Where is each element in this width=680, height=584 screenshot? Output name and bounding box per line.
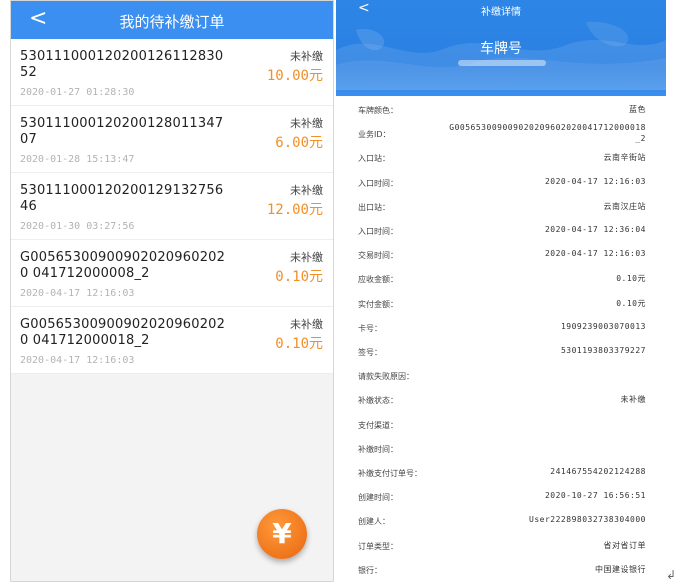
detail-label: 卡号： [358, 323, 382, 333]
detail-value: 云南汉庄站 [603, 201, 646, 211]
detail-row: 出口站： 云南汉庄站 [336, 197, 666, 221]
order-detail-screen: < 补缴详情 车牌号 车牌颜色： 蓝色业务ID： G0056530090090202… [336, 0, 666, 582]
detail-value: User222898032738304000 [529, 515, 646, 525]
detail-label: 请款失败原因： [358, 372, 414, 382]
detail-label: 业务ID： [358, 130, 391, 140]
detail-header: < 补缴详情 车牌号 [336, 0, 666, 96]
detail-label: 补缴时间： [358, 444, 398, 454]
detail-value: 蓝色 [629, 105, 646, 114]
detail-row: 车牌颜色： 蓝色 [336, 100, 666, 124]
detail-row: 交易时间： 2020-04-17 12:16:03 [336, 245, 666, 269]
detail-label: 签号： [358, 348, 382, 357]
detail-value: 0.10元 [616, 298, 646, 308]
order-time: 2020-01-28 15:13:47 [20, 154, 135, 165]
order-row[interactable]: 530111000120200129132756 46 2020-01-30 03… [11, 173, 333, 240]
detail-row: 签号： 5301193803379227 [336, 342, 666, 366]
detail-label: 支付渠道： [358, 420, 398, 430]
detail-label: 实付金额： [358, 299, 398, 309]
detail-label: 创建时间： [358, 493, 398, 503]
order-status: 未补缴 [290, 184, 323, 197]
order-row[interactable]: G005653009009020209602020 041712000008_2… [11, 240, 333, 307]
plate-number-redacted [458, 60, 546, 66]
detail-label: 出口站： [358, 202, 390, 212]
order-id: G005653009009020209602020 041712000008_2 [20, 250, 226, 281]
pay-button[interactable]: ¥ [257, 509, 307, 559]
detail-row: 请款失败原因： [336, 366, 666, 390]
order-status: 未补缴 [290, 50, 323, 63]
detail-row: 补缴时间： [336, 439, 666, 463]
detail-value: G005653009009020209602020041712000018_2 [449, 123, 646, 144]
detail-row: 卡号： 1909239003070013 [336, 318, 666, 342]
order-id: G005653009009020209602020 041712000018_2 [20, 317, 226, 348]
header-bar: < 我的待补缴订单 [11, 1, 333, 39]
detail-value: 5301193803379227 [560, 346, 646, 355]
order-amount: 0.10元 [275, 269, 323, 285]
order-row[interactable]: G005653009009020209602020 041712000018_2… [11, 307, 333, 374]
detail-value: 省对省订单 [603, 540, 646, 550]
order-status: 未补缴 [290, 318, 323, 331]
order-row[interactable]: 530111000120200126112830 52 2020-01-27 01… [11, 39, 333, 106]
detail-value: 云南辛街站 [603, 153, 646, 163]
detail-label: 入口站： [358, 154, 390, 164]
detail-value: 2020-10-27 16:56:51 [544, 491, 646, 501]
order-amount: 0.10元 [275, 336, 323, 352]
order-list: 530111000120200126112830 52 2020-01-27 01… [11, 39, 333, 374]
detail-label: 车牌颜色： [358, 106, 398, 115]
order-id: 530111000120200126112830 52 [20, 49, 224, 80]
detail-row: 支付渠道： [336, 415, 666, 439]
detail-value: 2020-04-17 12:36:04 [544, 225, 646, 234]
detail-row: 创建人： User222898032738304000 [336, 511, 666, 535]
detail-row: 实付金额： 0.10元 [336, 294, 666, 318]
order-time: 2020-04-17 12:16:03 [20, 288, 135, 299]
order-amount: 10.00元 [266, 68, 323, 84]
detail-row: 应收金额： 0.10元 [336, 269, 666, 293]
detail-row: 银行： 中国建设银行 [336, 560, 666, 582]
detail-row: 入口时间： 2020-04-17 12:36:04 [336, 221, 666, 245]
yen-icon: ¥ [272, 517, 292, 550]
order-amount: 12.00元 [266, 202, 323, 218]
text-cursor-icon: ↲ [666, 568, 677, 582]
detail-row: 入口时间： 2020-04-17 12:16:03 [336, 173, 666, 197]
order-id: 530111000120200128011347 07 [20, 116, 224, 147]
detail-row: 补缴状态： 未补缴 [336, 390, 666, 414]
detail-value: 1909239003070013 [560, 321, 646, 331]
order-id: 530111000120200129132756 46 [20, 183, 224, 214]
page-title: 我的待补缴订单 [119, 13, 225, 31]
detail-row: 创建时间： 2020-10-27 16:56:51 [336, 487, 666, 511]
detail-value: 241467554202124288 [550, 467, 646, 476]
detail-value: 未补缴 [620, 395, 646, 405]
order-status: 未补缴 [290, 117, 323, 130]
order-amount: 6.00元 [275, 135, 323, 151]
detail-label: 创建人： [358, 517, 390, 527]
detail-row: 补缴支付订单号： 241467554202124288 [336, 463, 666, 487]
order-row[interactable]: 530111000120200128011347 07 2020-01-28 15… [11, 106, 333, 173]
detail-label: 应收金额： [358, 275, 398, 285]
detail-label: 入口时间： [358, 178, 398, 188]
detail-label: 银行： [358, 565, 382, 575]
plate-heading: 车牌号 [480, 41, 522, 57]
order-time: 2020-04-17 12:16:03 [20, 355, 135, 366]
detail-row: 订单类型： 省对省订单 [336, 536, 666, 560]
detail-label: 订单类型： [358, 541, 398, 551]
order-time: 2020-01-30 03:27:56 [20, 221, 135, 232]
detail-label: 补缴状态： [358, 396, 398, 406]
detail-value: 0.10元 [616, 274, 646, 284]
detail-value: 中国建设银行 [595, 564, 646, 574]
order-status: 未补缴 [290, 251, 323, 264]
detail-row: 入口站： 云南辛街站 [336, 148, 666, 172]
detail-label: 交易时间： [358, 251, 398, 261]
detail-row: 业务ID： G0056530090090202096020200417120000… [336, 123, 666, 148]
page-title: 补缴详情 [481, 7, 521, 18]
detail-label: 补缴支付订单号： [358, 469, 422, 478]
detail-label: 入口时间： [358, 227, 398, 236]
detail-value: 2020-04-17 12:16:03 [544, 176, 646, 186]
pending-orders-screen: < 我的待补缴订单 530111000120200126112830 52 202… [10, 0, 334, 582]
detail-value: 2020-04-17 12:16:03 [544, 249, 646, 259]
order-time: 2020-01-27 01:28:30 [20, 87, 135, 98]
